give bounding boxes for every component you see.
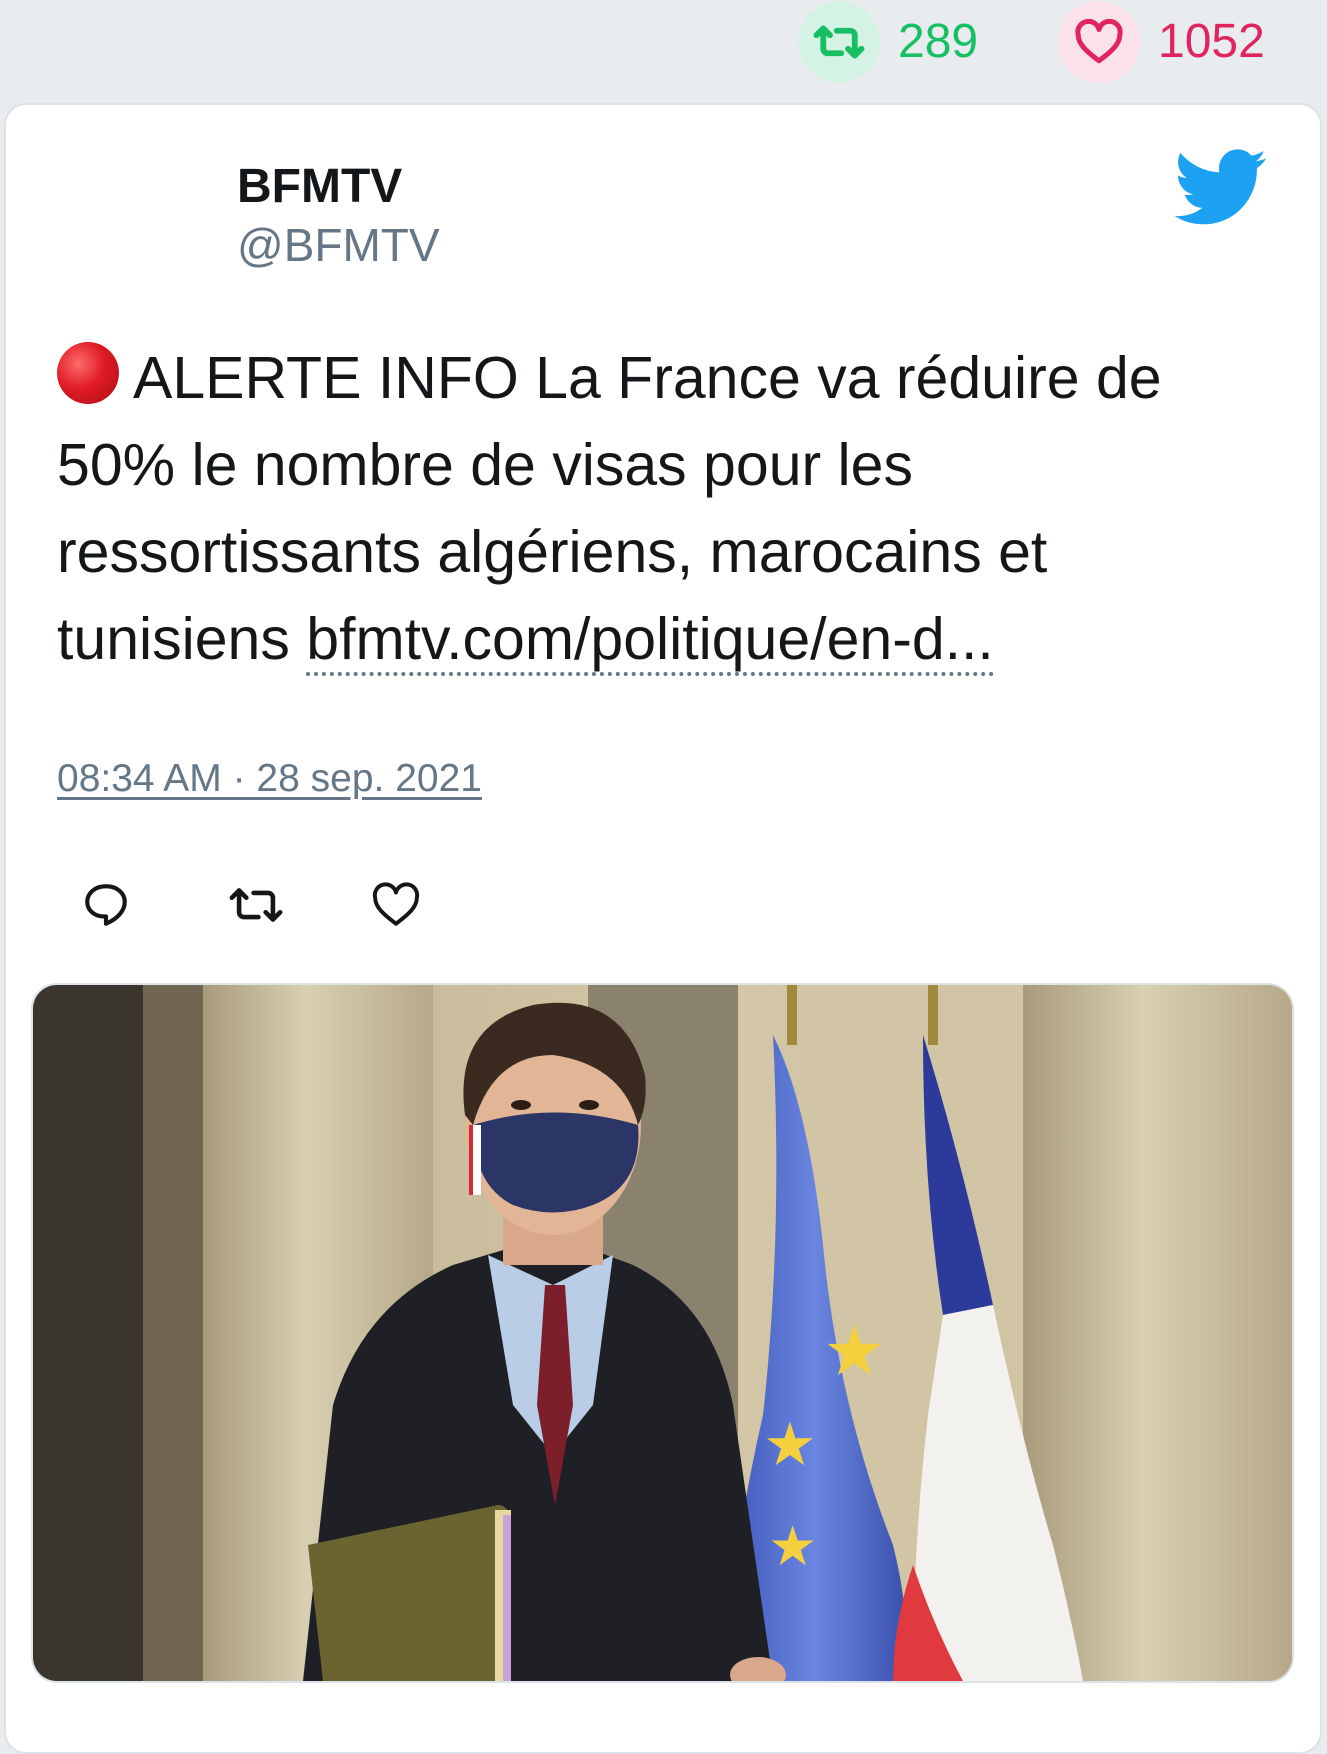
like-stat[interactable]: 1052 <box>1058 0 1265 84</box>
photo-scene: ★ ★ ★ <box>33 985 1292 1681</box>
heart-icon[interactable] <box>1058 1 1140 83</box>
twitter-bird-icon[interactable] <box>1174 149 1268 227</box>
heart-action-icon[interactable] <box>366 875 426 935</box>
engagement-stats: 289 1052 <box>0 0 1327 100</box>
red-circle-icon <box>57 342 119 404</box>
svg-text:★: ★ <box>763 1410 817 1480</box>
tweet-actions <box>76 875 426 935</box>
retweet-action-icon[interactable] <box>226 875 286 935</box>
svg-text:★: ★ <box>823 1310 886 1392</box>
author-block[interactable]: BFMTV @BFMTV <box>237 160 440 273</box>
reply-icon[interactable] <box>76 875 136 935</box>
retweet-icon[interactable] <box>798 1 880 83</box>
author-handle[interactable]: @BFMTV <box>237 218 440 273</box>
tweet-card: BFMTV @BFMTV ALERTE INFO La France va ré… <box>4 103 1322 1754</box>
svg-text:★: ★ <box>768 1514 817 1578</box>
tweet-body: ALERTE INFO La France va réduire de 50% … <box>57 335 1267 683</box>
author-name[interactable]: BFMTV <box>237 160 440 214</box>
like-count: 1052 <box>1158 15 1265 68</box>
tweet-link[interactable]: bfmtv.com/politique/en-d... <box>306 606 994 676</box>
tweet-timestamp[interactable]: 08:34 AM · 28 sep. 2021 <box>57 757 482 801</box>
retweet-stat[interactable]: 289 <box>798 0 978 84</box>
tweet-photo[interactable]: ★ ★ ★ <box>31 983 1294 1683</box>
retweet-count: 289 <box>898 15 979 68</box>
